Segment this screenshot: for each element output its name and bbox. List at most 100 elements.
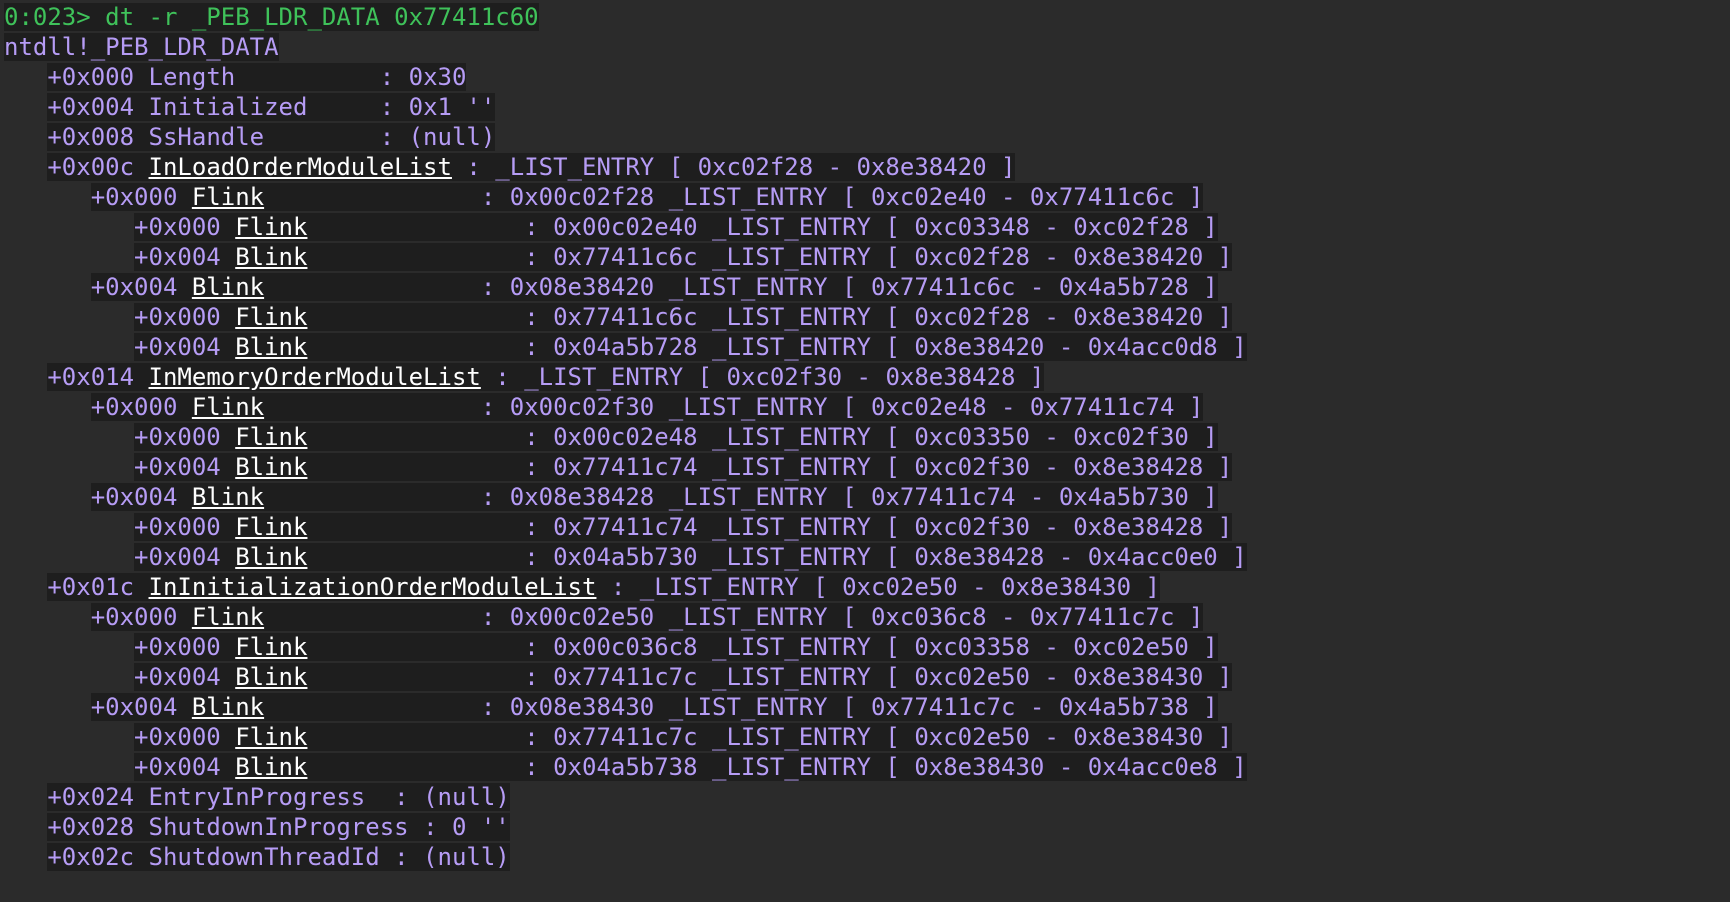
field-link-blink[interactable]: Blink [192, 693, 264, 721]
field-offset: +0x02c [47, 843, 135, 871]
field-offset: +0x004 [134, 543, 221, 571]
line-content: +0x004 Blink : 0x77411c6c _LIST_ENTRY [ … [134, 243, 1233, 271]
field-link-flink[interactable]: Flink [235, 303, 307, 331]
field-link-flink[interactable]: Flink [192, 393, 264, 421]
output-line: +0x004 Blink : 0x77411c74 _LIST_ENTRY [ … [0, 452, 1730, 482]
line-content: ntdll!_PEB_LDR_DATA [4, 33, 279, 61]
field-padding [365, 783, 394, 811]
line-content: +0x000 Flink : 0x00c036c8 _LIST_ENTRY [ … [134, 633, 1218, 661]
field-value: : 0x08e38428 _LIST_ENTRY [ 0x77411c74 - … [264, 483, 1218, 511]
field-link-blink[interactable]: Blink [235, 753, 307, 781]
field-offset: +0x008 [47, 123, 135, 151]
output-line: +0x000 Flink : 0x77411c74 _LIST_ENTRY [ … [0, 512, 1730, 542]
field-link-flink[interactable]: Flink [235, 213, 307, 241]
field-value: : (null) [379, 123, 496, 151]
field-value: : (null) [394, 783, 510, 811]
field-link-flink[interactable]: Flink [235, 633, 307, 661]
field-link-blink[interactable]: Blink [192, 273, 264, 301]
field-value: : 0x00c02e50 _LIST_ENTRY [ 0xc036c8 - 0x… [264, 603, 1204, 631]
field-value: : 0 '' [423, 813, 510, 841]
dt-output: ntdll!_PEB_LDR_DATA +0x000 Length : 0x30… [0, 32, 1730, 872]
field-link-flink[interactable]: Flink [235, 723, 307, 751]
field-name: ShutdownInProgress [148, 813, 409, 841]
field-offset: +0x004 [134, 453, 221, 481]
line-content: +0x004 Blink : 0x08e38420 _LIST_ENTRY [ … [90, 273, 1218, 301]
field-offset: +0x004 [134, 753, 221, 781]
field-link-flink[interactable]: Flink [235, 423, 307, 451]
field-name: ShutdownThreadId [148, 843, 380, 871]
field-value: : _LIST_ENTRY [ 0xc02e50 - 0x8e38430 ] [596, 573, 1160, 601]
field-link-blink[interactable]: Blink [235, 333, 307, 361]
field-offset: +0x000 [47, 63, 135, 91]
line-content: +0x004 Blink : 0x04a5b738 _LIST_ENTRY [ … [134, 753, 1247, 781]
field-value: : 0x00c036c8 _LIST_ENTRY [ 0xc03358 - 0x… [307, 633, 1218, 661]
field-link-inloadordermodulelist[interactable]: InLoadOrderModuleList [149, 153, 452, 181]
output-line: +0x01c InInitializationOrderModuleList :… [0, 572, 1730, 602]
output-line: +0x004 Blink : 0x08e38428 _LIST_ENTRY [ … [0, 482, 1730, 512]
field-value: : 0x00c02e48 _LIST_ENTRY [ 0xc03350 - 0x… [307, 423, 1218, 451]
field-link-blink[interactable]: Blink [235, 243, 307, 271]
line-content: +0x004 Blink : 0x77411c74 _LIST_ENTRY [ … [134, 453, 1233, 481]
field-offset: +0x004 [134, 243, 221, 271]
output-line: +0x02c ShutdownThreadId : (null) [0, 842, 1730, 872]
line-content: +0x008 SsHandle : (null) [47, 123, 496, 151]
output-line: +0x000 Flink : 0x00c02e48 _LIST_ENTRY [ … [0, 422, 1730, 452]
field-value: : 0x00c02e40 _LIST_ENTRY [ 0xc03348 - 0x… [307, 213, 1218, 241]
type-name: ntdll!_PEB_LDR_DATA [4, 33, 279, 61]
field-offset: +0x014 [47, 363, 135, 391]
command-line[interactable]: 0:023> dt -r _PEB_LDR_DATA 0x77411c60 [0, 2, 1730, 32]
field-link-flink[interactable]: Flink [235, 513, 307, 541]
field-offset: +0x004 [134, 663, 221, 691]
field-link-inmemoryordermodulelist[interactable]: InMemoryOrderModuleList [149, 363, 481, 391]
line-content: +0x000 Flink : 0x77411c74 _LIST_ENTRY [ … [134, 513, 1233, 541]
field-offset: +0x004 [90, 483, 178, 511]
line-content: +0x028 ShutdownInProgress : 0 '' [47, 813, 510, 841]
field-offset: +0x000 [134, 723, 221, 751]
field-link-blink[interactable]: Blink [235, 453, 307, 481]
line-content: +0x000 Length : 0x30 [47, 63, 467, 91]
field-link-flink[interactable]: Flink [192, 183, 264, 211]
field-offset: +0x000 [134, 633, 221, 661]
field-offset: +0x000 [134, 303, 221, 331]
field-offset: +0x00c [47, 153, 135, 181]
field-offset: +0x004 [134, 333, 221, 361]
field-offset: +0x000 [90, 183, 178, 211]
line-content: +0x000 Flink : 0x77411c7c _LIST_ENTRY [ … [134, 723, 1233, 751]
output-line: +0x000 Flink : 0x00c02e40 _LIST_ENTRY [ … [0, 212, 1730, 242]
field-value: : 0x04a5b730 _LIST_ENTRY [ 0x8e38428 - 0… [307, 543, 1247, 571]
line-content: +0x000 Flink : 0x77411c6c _LIST_ENTRY [ … [134, 303, 1233, 331]
field-value: : _LIST_ENTRY [ 0xc02f28 - 0x8e38420 ] [451, 153, 1016, 181]
field-link-blink[interactable]: Blink [235, 663, 307, 691]
output-line: +0x004 Blink : 0x77411c7c _LIST_ENTRY [ … [0, 662, 1730, 692]
output-line: +0x000 Flink : 0x00c02e50 _LIST_ENTRY [ … [0, 602, 1730, 632]
line-content: +0x000 Flink : 0x00c02f30 _LIST_ENTRY [ … [90, 393, 1204, 421]
line-content: +0x01c InInitializationOrderModuleList :… [47, 573, 1160, 601]
field-offset: +0x000 [90, 393, 178, 421]
field-value: : (null) [394, 843, 510, 871]
output-line: +0x004 Blink : 0x08e38420 _LIST_ENTRY [ … [0, 272, 1730, 302]
field-link-blink[interactable]: Blink [192, 483, 264, 511]
field-offset: +0x01c [47, 573, 135, 601]
field-value: : 0x00c02f30 _LIST_ENTRY [ 0xc02e48 - 0x… [264, 393, 1204, 421]
field-offset: +0x000 [134, 213, 221, 241]
field-link-ininitializationordermodulelist[interactable]: InInitializationOrderModuleList [149, 573, 597, 601]
field-link-blink[interactable]: Blink [235, 543, 307, 571]
field-value: : _LIST_ENTRY [ 0xc02f30 - 0x8e38428 ] [480, 363, 1045, 391]
field-link-flink[interactable]: Flink [192, 603, 264, 631]
field-offset: +0x000 [134, 423, 221, 451]
debugger-console: 0:023> dt -r _PEB_LDR_DATA 0x77411c60 nt… [0, 0, 1730, 902]
field-value: : 0x08e38430 _LIST_ENTRY [ 0x77411c7c - … [264, 693, 1218, 721]
